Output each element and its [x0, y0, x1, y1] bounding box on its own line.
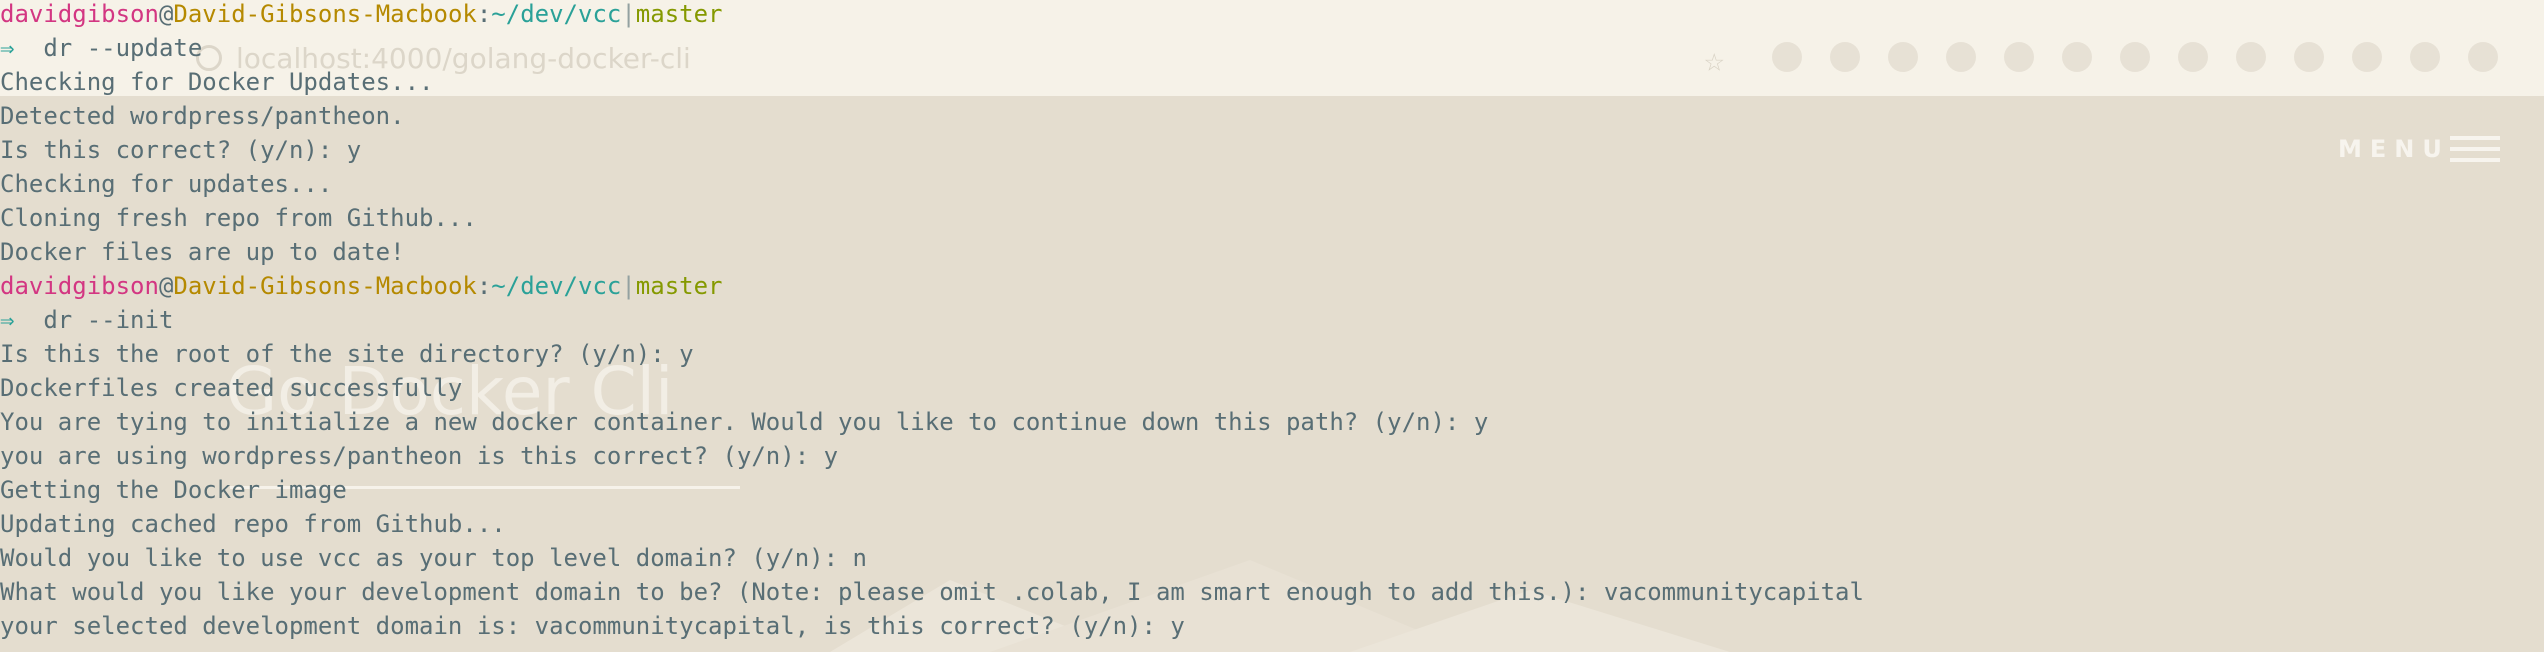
prompt-host: David-Gibsons-Macbook: [173, 272, 477, 300]
prompt-at: @: [158, 0, 174, 28]
command-text: dr --init: [14, 306, 174, 334]
output-line: Is this correct? (y/n): y: [0, 136, 362, 164]
prompt-separator: :: [476, 0, 492, 28]
prompt-branch: master: [635, 0, 723, 28]
command-text: dr --update: [14, 34, 203, 62]
command-line: ⇒ dr --update: [0, 31, 202, 65]
output-line: your selected development domain is: vac…: [0, 612, 1185, 640]
prompt-branch: master: [635, 272, 723, 300]
output-line: What would you like your development dom…: [0, 578, 1864, 606]
prompt-path: ~/dev/vcc: [491, 272, 622, 300]
prompt-at: @: [158, 272, 174, 300]
prompt-path: ~/dev/vcc: [491, 0, 622, 28]
prompt-arrow-icon: ⇒: [0, 34, 15, 62]
output-line: Getting the Docker image: [0, 476, 347, 504]
shell-prompt: davidgibson@David-Gibsons-Macbook:~/dev/…: [0, 269, 723, 303]
output-line: Detected wordpress/pantheon.: [0, 102, 405, 130]
output-line: Would you like to use vcc as your top le…: [0, 544, 867, 572]
output-line: Checking for Docker Updates...: [0, 68, 434, 96]
prompt-user: davidgibson: [0, 0, 159, 28]
terminal-output[interactable]: davidgibson@David-Gibsons-Macbook:~/dev/…: [0, 0, 2544, 652]
output-line: Dockerfiles created successfully: [0, 374, 463, 402]
output-line: Cloning fresh repo from Github...: [0, 204, 477, 232]
output-line: Checking for updates...: [0, 170, 333, 198]
output-line: Docker files are up to date!: [0, 238, 405, 266]
command-line: ⇒ dr --init: [0, 303, 173, 337]
prompt-arrow-icon: ⇒: [0, 306, 15, 334]
shell-prompt: davidgibson@David-Gibsons-Macbook:~/dev/…: [0, 0, 723, 31]
output-line: Is this the root of the site directory? …: [0, 340, 694, 368]
output-line: You are tying to initialize a new docker…: [0, 408, 1489, 436]
output-line: Updating cached repo from Github...: [0, 510, 506, 538]
prompt-host: David-Gibsons-Macbook: [173, 0, 477, 28]
prompt-bar: |: [621, 272, 636, 300]
output-line: you are using wordpress/pantheon is this…: [0, 442, 839, 470]
prompt-separator: :: [476, 272, 492, 300]
prompt-user: davidgibson: [0, 272, 159, 300]
prompt-bar: |: [621, 0, 636, 28]
